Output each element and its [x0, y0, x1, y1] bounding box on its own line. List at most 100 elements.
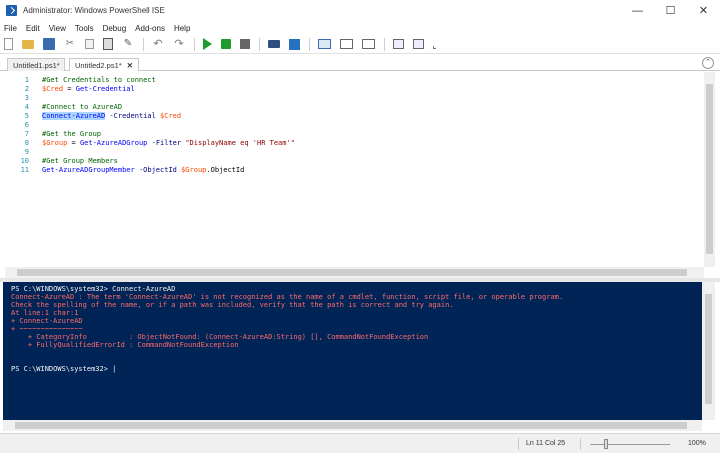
code-token: $Cred [42, 85, 64, 93]
paste-icon[interactable] [103, 38, 113, 50]
tab-close-icon[interactable]: ✕ [127, 61, 133, 70]
scrollbar-thumb[interactable] [17, 269, 687, 276]
scrollbar-thumb[interactable] [15, 422, 687, 429]
minimize-button[interactable]: — [621, 0, 654, 21]
run-selection-icon[interactable] [221, 39, 231, 49]
show-command-addon-icon[interactable] [413, 39, 424, 49]
console-line: Connect-AzureAD : The term 'Connect-Azur… [11, 293, 564, 301]
script-pane-maximized-icon[interactable] [362, 39, 375, 49]
line-number: 9 [24, 148, 29, 156]
code-line: 5 Connect-AzureAD -Credential $Cred [5, 112, 181, 121]
line-number: 5 [24, 112, 29, 120]
code-line: 8 $Group = Get-AzureADGroup -Filter "Disp… [5, 139, 295, 148]
maximize-button[interactable]: ☐ [654, 0, 687, 21]
editor-vertical-scrollbar[interactable] [704, 72, 715, 267]
line-number: 11 [20, 166, 29, 174]
console-pane[interactable]: PS C:\WINDOWS\system32> Connect-AzureAD C… [3, 282, 702, 420]
code-token: "DisplayName eq 'HR Team'" [185, 139, 295, 147]
code-line: 4 #Connect to AzureAD [5, 103, 122, 112]
new-script-icon[interactable] [4, 38, 13, 50]
window-controls: — ☐ ✕ [621, 0, 720, 21]
zoom-slider[interactable] [590, 444, 670, 445]
save-icon[interactable] [43, 38, 55, 50]
status-bar: Ln 11 Col 25 100% [0, 433, 720, 453]
start-powershell-icon[interactable] [289, 38, 300, 50]
code-token: Get-AzureADGroupMember [42, 166, 135, 174]
zoom-slider-thumb[interactable] [604, 439, 608, 449]
undo-icon[interactable]: ↶ [152, 38, 164, 50]
menu-edit[interactable]: Edit [26, 24, 40, 33]
console-line: + CategoryInfo : ObjectNotFound: (Connec… [11, 333, 429, 341]
toolbar-separator [259, 37, 260, 51]
code-line: 6 [5, 121, 42, 130]
code-token: #Get Credentials to connect [42, 76, 156, 84]
line-number: 7 [24, 130, 29, 138]
script-tabs: Untitled1.ps1* Untitled2.ps1* ✕ ⌃ [0, 56, 720, 71]
tab-untitled2[interactable]: Untitled2.ps1* ✕ [69, 58, 139, 71]
tab-label: Untitled2.ps1* [75, 61, 122, 70]
editor-horizontal-scrollbar[interactable] [5, 267, 704, 278]
code-token: = [67, 139, 80, 147]
toolbar: ✂ ✎ ↶ ↷ [0, 35, 720, 54]
code-token: Get-AzureADGroup [79, 139, 148, 147]
collapse-script-pane-icon[interactable]: ⌃ [702, 57, 714, 69]
window-title: Administrator: Windows PowerShell ISE [23, 6, 165, 15]
menu-debug[interactable]: Debug [103, 24, 127, 33]
line-number: 3 [24, 94, 29, 102]
clear-console-icon[interactable]: ✎ [122, 38, 134, 50]
code-token: .ObjectId [206, 166, 245, 174]
code-token: Connect-AzureAD [42, 112, 106, 120]
open-folder-icon[interactable] [22, 39, 34, 49]
stop-icon[interactable] [240, 39, 250, 49]
redo-icon[interactable]: ↷ [173, 38, 185, 50]
console-vertical-scrollbar[interactable] [702, 282, 715, 420]
script-pane-right-icon[interactable] [340, 39, 353, 49]
toolbar-overflow-icon[interactable] [433, 45, 436, 49]
toolbar-separator [309, 37, 310, 51]
code-token: #Get the Group [42, 130, 102, 138]
status-separator [580, 438, 581, 450]
code-line: 7 #Get the Group [5, 130, 101, 139]
console-horizontal-scrollbar[interactable] [3, 420, 702, 431]
code-line: 1 #Get Credentials to connect [5, 76, 156, 85]
code-token: -ObjectId [138, 166, 177, 174]
script-editor[interactable]: 1 #Get Credentials to connect 2 $Cred = Get… [5, 72, 704, 267]
toolbar-separator [143, 37, 144, 51]
menu-help[interactable]: Help [174, 24, 190, 33]
line-number: 4 [24, 103, 29, 111]
menu-tools[interactable]: Tools [75, 24, 94, 33]
menu-file[interactable]: File [4, 24, 17, 33]
menu-add-ons[interactable]: Add-ons [135, 24, 165, 33]
cursor-position: Ln 11 Col 25 [526, 440, 566, 447]
code-token: $Cred [160, 112, 182, 120]
code-line: 3 [5, 94, 42, 103]
code-token: #Connect to AzureAD [42, 103, 123, 111]
code-token: $Group [42, 139, 68, 147]
line-number: 8 [24, 139, 29, 147]
console-line: + FullyQualifiedErrorId : CommandNotFoun… [11, 341, 239, 349]
tab-untitled1[interactable]: Untitled1.ps1* [7, 58, 65, 71]
line-number: 2 [24, 85, 29, 93]
script-pane-top-icon[interactable] [318, 39, 331, 49]
line-number: 6 [24, 121, 29, 129]
new-remote-tab-icon[interactable] [268, 40, 280, 48]
console-line: PS C:\WINDOWS\system32> Connect-AzureAD [11, 285, 176, 293]
status-separator [518, 438, 519, 450]
cut-icon[interactable]: ✂ [64, 38, 76, 50]
code-token: #Get Group Members [42, 157, 118, 165]
show-command-window-icon[interactable] [393, 39, 404, 49]
line-number: 1 [24, 76, 29, 84]
scrollbar-thumb[interactable] [706, 84, 713, 254]
menu-view[interactable]: View [49, 24, 66, 33]
console-line: PS C:\WINDOWS\system32> | [11, 365, 117, 373]
console-line: At line:1 char:1 [11, 309, 79, 317]
run-script-icon[interactable] [203, 38, 212, 50]
code-token: Get-Credential [75, 85, 135, 93]
copy-icon[interactable] [85, 39, 94, 49]
code-token: $Group [181, 166, 207, 174]
powershell-app-icon [6, 5, 17, 16]
title-bar: Administrator: Windows PowerShell ISE — … [0, 0, 720, 21]
console-line: Check the spelling of the name, or if a … [11, 301, 454, 309]
scrollbar-thumb[interactable] [705, 294, 712, 404]
close-button[interactable]: ✕ [687, 0, 720, 21]
